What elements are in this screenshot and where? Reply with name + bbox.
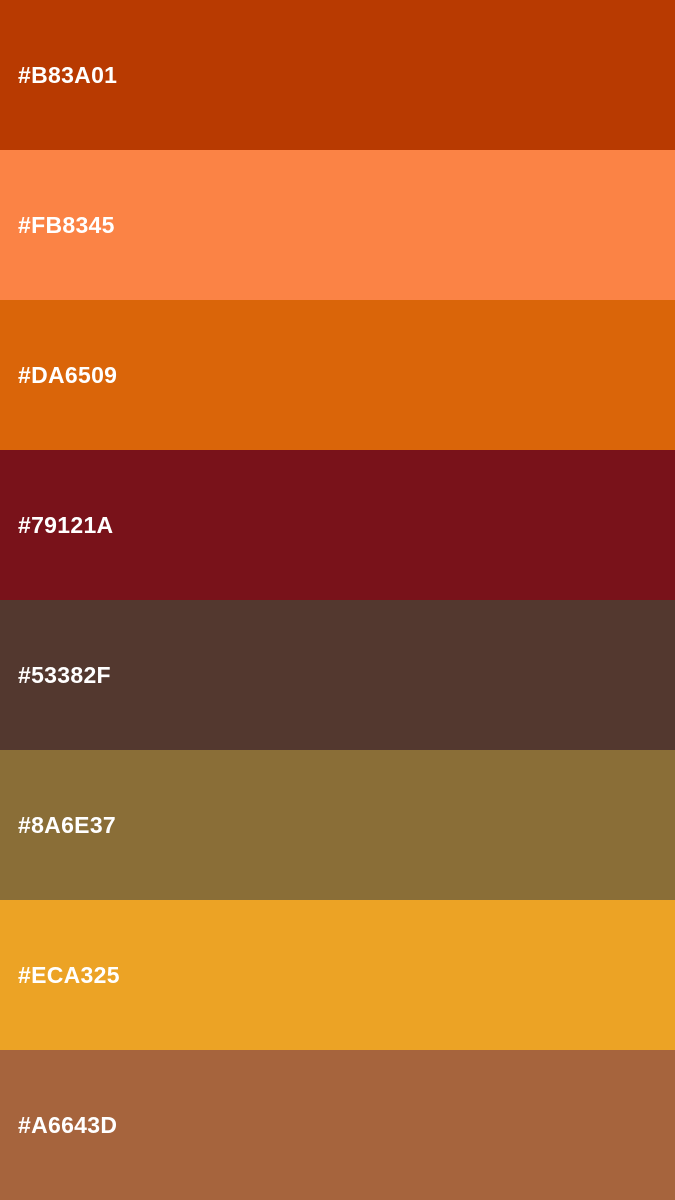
color-swatch: #8A6E37 [0,750,675,900]
color-swatch: #FB8345 [0,150,675,300]
color-swatch: #79121A [0,450,675,600]
hex-code-label: #A6643D [18,1111,118,1138]
hex-code-label: #ECA325 [18,961,120,988]
hex-code-label: #53382F [18,661,111,688]
color-palette: #B83A01 #FB8345 #DA6509 #79121A #53382F … [0,0,675,1200]
color-swatch: #B83A01 [0,0,675,150]
hex-code-label: #79121A [18,511,114,538]
color-swatch: #ECA325 [0,900,675,1050]
color-swatch: #A6643D [0,1050,675,1200]
color-swatch: #DA6509 [0,300,675,450]
hex-code-label: #DA6509 [18,361,118,388]
hex-code-label: #8A6E37 [18,811,117,838]
hex-code-label: #FB8345 [18,211,115,238]
color-swatch: #53382F [0,600,675,750]
hex-code-label: #B83A01 [18,61,118,88]
